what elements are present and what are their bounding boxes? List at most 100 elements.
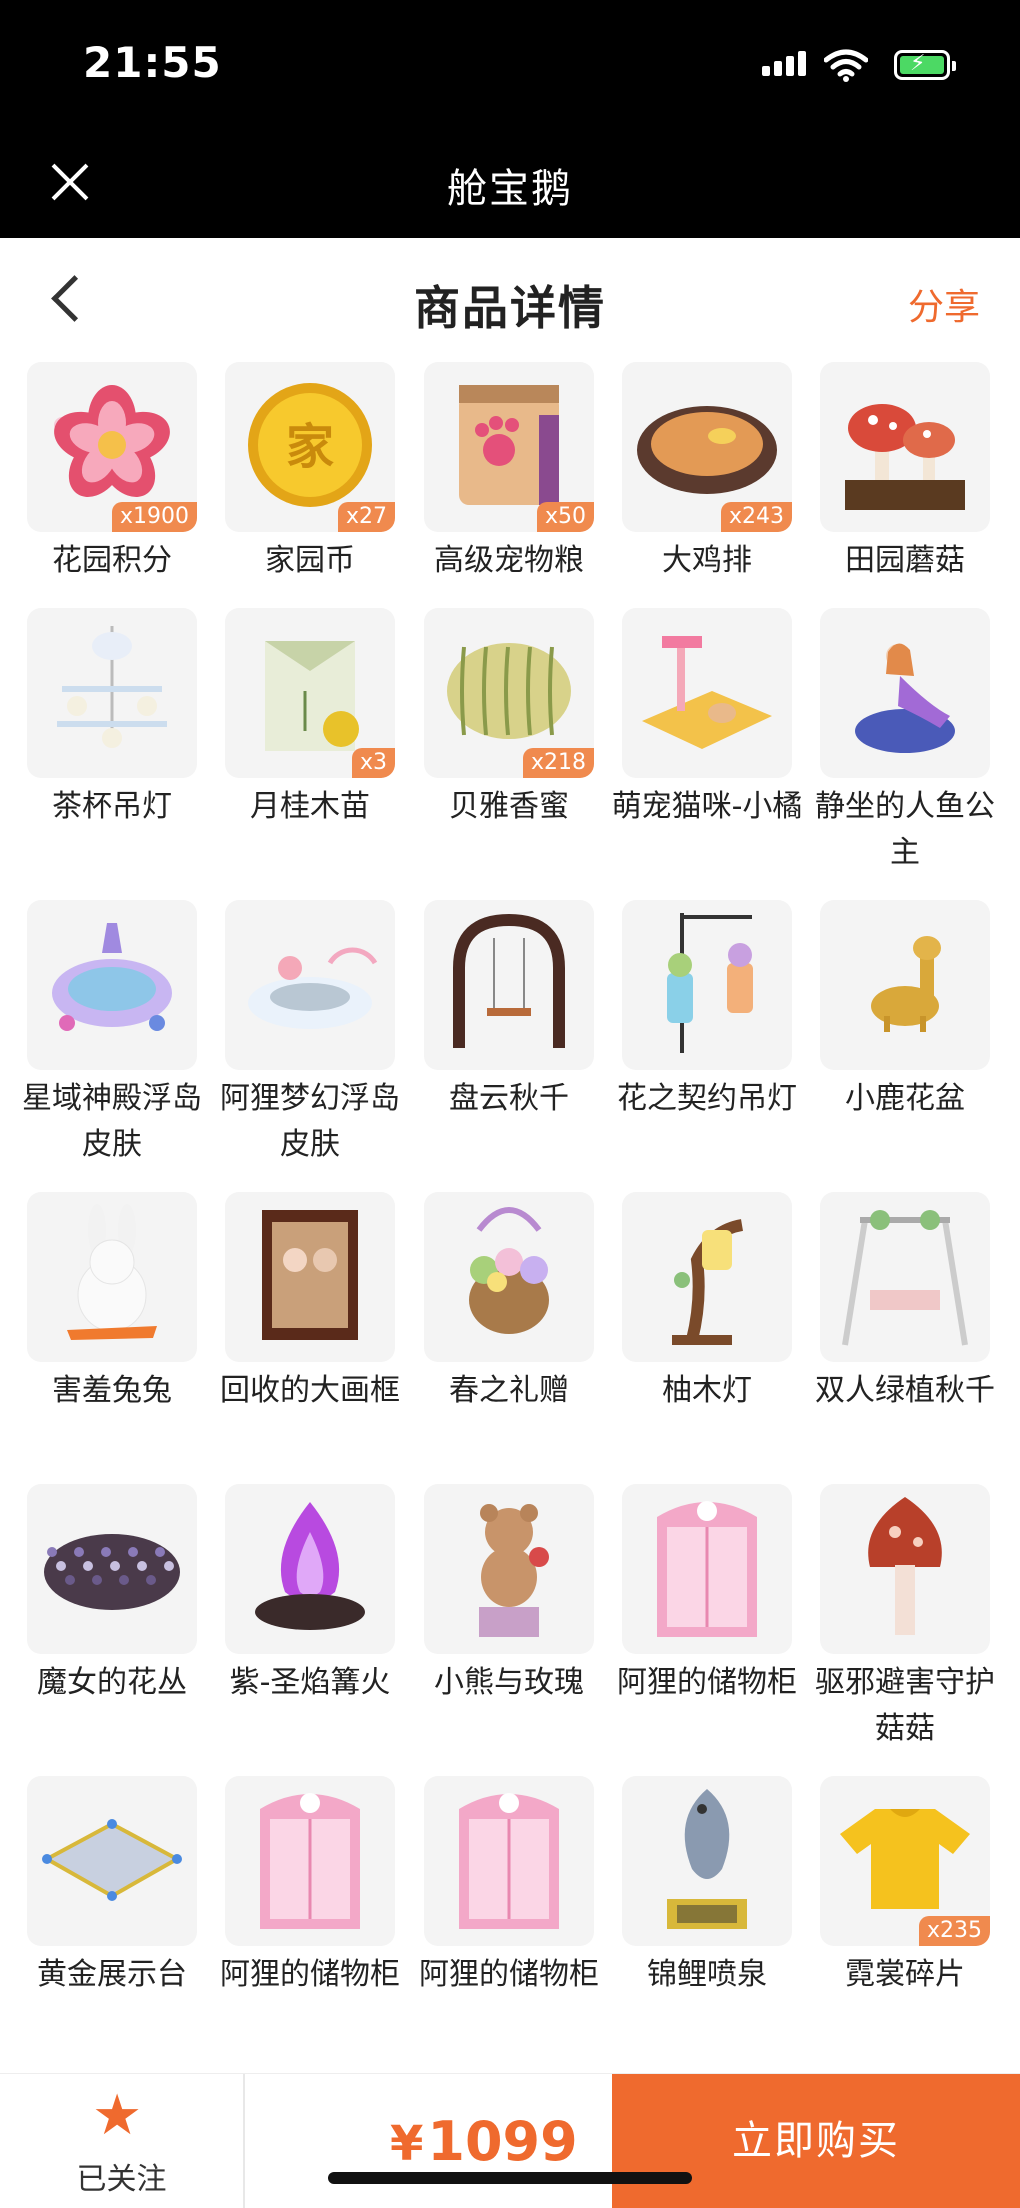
item-name: 花园积分 xyxy=(52,543,172,578)
grid-item[interactable]: 花之契约吊灯 xyxy=(608,900,806,1122)
price: ¥1099 xyxy=(390,2110,578,2173)
item-thumbnail: x3 xyxy=(225,608,395,778)
dark-flower-bush-icon xyxy=(37,1512,187,1626)
quantity-badge: x50 xyxy=(536,502,594,532)
item-thumbnail xyxy=(820,900,990,1070)
pink-cabinet-icon xyxy=(444,1779,574,1943)
item-name: 大鸡排 xyxy=(662,543,752,578)
item-thumbnail xyxy=(622,1776,792,1946)
item-name: 花之契约吊灯 xyxy=(617,1081,797,1116)
item-thumbnail xyxy=(225,1192,395,1362)
teacup-chandelier-icon xyxy=(47,616,177,770)
cat-tower-icon xyxy=(632,621,782,765)
grid-item[interactable]: x218 贝雅香蜜 xyxy=(410,608,608,830)
hanging-lanterns-icon xyxy=(642,903,772,1067)
grid-item[interactable]: 回收的大画框 xyxy=(211,1192,409,1414)
item-thumbnail xyxy=(424,1192,594,1362)
wifi-icon xyxy=(824,49,868,82)
gold-coin-icon: 家 xyxy=(240,375,380,519)
battery-icon: ⚡ xyxy=(894,50,956,80)
grid-item[interactable]: 星域神殿浮岛皮肤 xyxy=(13,900,211,1168)
yellow-shirt-icon xyxy=(835,1799,975,1923)
item-name: 阿狸梦幻浮岛皮肤 xyxy=(220,1081,400,1162)
picture-frame-icon xyxy=(250,1200,370,1354)
item-thumbnail xyxy=(424,900,594,1070)
swing-arch-icon xyxy=(439,908,579,1062)
footer-bar: ★ 已关注 ¥1099 立即购买 xyxy=(0,2073,1020,2208)
item-thumbnail xyxy=(424,1484,594,1654)
quantity-badge: x1900 xyxy=(111,502,197,532)
buy-now-button[interactable]: 立即购买 xyxy=(612,2074,1020,2208)
item-thumbnail xyxy=(820,362,990,532)
grid-item[interactable]: 阿狸的储物柜 xyxy=(608,1484,806,1706)
item-thumbnail xyxy=(622,1484,792,1654)
item-name: 紫-圣焰篝火 xyxy=(229,1665,391,1700)
share-button[interactable]: 分享 xyxy=(908,278,980,330)
bunny-icon xyxy=(57,1200,167,1354)
grid-item[interactable]: 阿狸梦幻浮岛皮肤 xyxy=(211,900,409,1168)
grid-item[interactable]: 静坐的人鱼公主 xyxy=(806,608,1004,876)
grid-item[interactable]: 阿狸的储物柜 xyxy=(410,1776,608,1998)
mermaid-icon xyxy=(840,616,970,770)
grid-item[interactable]: 驱邪避害守护菇菇 xyxy=(806,1484,1004,1752)
home-indicator xyxy=(328,2172,692,2184)
grid-item[interactable]: x1900 花园积分 xyxy=(13,362,211,584)
item-name: 魔女的花丛 xyxy=(37,1665,187,1700)
grid-item[interactable]: x3 月桂木苗 xyxy=(211,608,409,830)
item-name: 阿狸的储物柜 xyxy=(617,1665,797,1700)
item-thumbnail: x243 xyxy=(622,362,792,532)
grid-item[interactable]: 萌宠猫咪-小橘 xyxy=(608,608,806,830)
grid-item[interactable]: 盘云秋千 xyxy=(410,900,608,1122)
grid-item[interactable]: 紫-圣焰篝火 xyxy=(211,1484,409,1706)
grid-item[interactable]: 锦鲤喷泉 xyxy=(608,1776,806,1998)
follow-button[interactable]: ★ 已关注 xyxy=(0,2074,243,2208)
grid-item[interactable]: 家 x27 家园币 xyxy=(211,362,409,584)
grid-item[interactable]: x243 大鸡排 xyxy=(608,362,806,584)
grid-item[interactable]: 害羞兔兔 xyxy=(13,1192,211,1414)
item-thumbnail xyxy=(622,900,792,1070)
item-thumbnail xyxy=(225,1484,395,1654)
melon-icon xyxy=(434,631,584,755)
purple-bonfire-icon xyxy=(240,1492,380,1646)
pink-cabinet-icon xyxy=(642,1487,772,1651)
quantity-badge: x218 xyxy=(522,748,594,778)
item-name: 盘云秋千 xyxy=(449,1081,569,1116)
item-name: 萌宠猫咪-小橘 xyxy=(611,789,803,824)
pet-food-bag-icon xyxy=(444,375,574,519)
item-name: 霓裳碎片 xyxy=(845,1957,965,1992)
item-thumbnail xyxy=(27,1192,197,1362)
grid-item[interactable]: 双人绿植秋千 xyxy=(806,1192,1004,1414)
item-thumbnail xyxy=(27,900,197,1070)
item-name: 静坐的人鱼公主 xyxy=(815,789,995,870)
deer-planter-icon xyxy=(850,928,960,1042)
item-thumbnail xyxy=(27,1484,197,1654)
quantity-badge: x243 xyxy=(720,502,792,532)
grid-item[interactable]: 阿狸的储物柜 xyxy=(211,1776,409,1998)
grid-item[interactable]: 田园蘑菇 xyxy=(806,362,1004,584)
guardian-mushroom-icon xyxy=(850,1487,960,1651)
grid-item[interactable]: 茶杯吊灯 xyxy=(13,608,211,830)
item-name: 阿狸的储物柜 xyxy=(419,1957,599,1992)
floating-island-cloud-icon xyxy=(235,923,385,1047)
grid-item[interactable]: 柚木灯 xyxy=(608,1192,806,1414)
item-thumbnail xyxy=(622,608,792,778)
item-thumbnail: 家 x27 xyxy=(225,362,395,532)
quantity-badge: x235 xyxy=(918,1916,990,1946)
svg-text:家: 家 xyxy=(286,419,334,475)
flower-badge-icon xyxy=(47,380,177,514)
grid-item[interactable]: 小鹿花盆 xyxy=(806,900,1004,1122)
grid-item[interactable]: 小熊与玫瑰 xyxy=(410,1484,608,1706)
seed-pack-icon xyxy=(245,621,375,765)
item-name: 月桂木苗 xyxy=(250,789,370,824)
item-thumbnail xyxy=(225,900,395,1070)
grid-item[interactable]: 魔女的花丛 xyxy=(13,1484,211,1706)
item-thumbnail xyxy=(27,1776,197,1946)
grid-item[interactable]: 春之礼赠 xyxy=(410,1192,608,1414)
price-value: 1099 xyxy=(427,2110,578,2173)
item-name: 阿狸的储物柜 xyxy=(220,1957,400,1992)
grid-item[interactable]: x235 霓裳碎片 xyxy=(806,1776,1004,1998)
grid-item[interactable]: x50 高级宠物粮 xyxy=(410,362,608,584)
star-icon: ★ xyxy=(92,2083,143,2148)
grid-item[interactable]: 黄金展示台 xyxy=(13,1776,211,1998)
item-name: 田园蘑菇 xyxy=(845,543,965,578)
